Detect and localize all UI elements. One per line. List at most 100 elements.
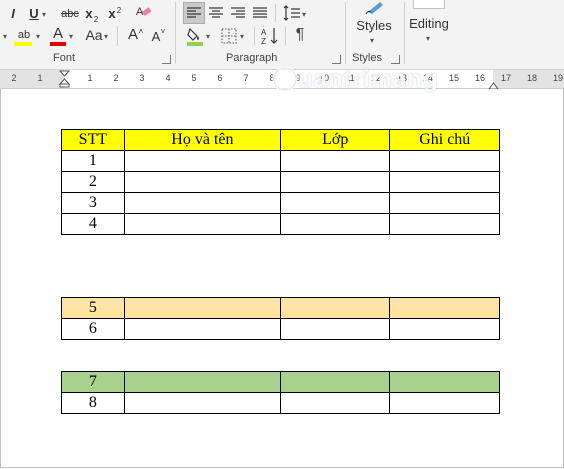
ribbon-divider (117, 26, 118, 46)
table-cell-stt[interactable]: 2 (61, 171, 125, 193)
paragraph-dialog-launcher[interactable] (332, 55, 341, 64)
styles-dialog-launcher[interactable] (391, 55, 400, 64)
chevron-down-icon[interactable]: ▾ (42, 10, 46, 19)
group-separator (345, 2, 346, 64)
table-cell-stt[interactable]: 8 (61, 392, 125, 414)
ruler-number: 4 (165, 73, 171, 83)
table-cell[interactable] (389, 171, 500, 193)
table-row: 8 (61, 392, 500, 414)
chevron-down-icon[interactable]: ▾ (302, 10, 306, 19)
table-row: 3 (61, 192, 500, 214)
group-separator (175, 2, 176, 64)
editing-button[interactable]: Editing (405, 16, 453, 32)
document-page[interactable]: STT Họ và tên Lớp Ghi chú 1 2 3 4 5 6 7 … (0, 89, 564, 468)
table-cell[interactable] (389, 318, 500, 340)
table-cell[interactable] (279, 371, 391, 393)
table-cell[interactable] (123, 371, 282, 393)
chevron-down-icon[interactable]: ▾ (3, 32, 7, 41)
table-cell-stt[interactable]: 6 (61, 318, 125, 340)
chevron-down-icon[interactable]: ▾ (36, 32, 40, 41)
table-cell[interactable] (123, 297, 282, 319)
table-cell[interactable] (389, 192, 500, 214)
table-cell-stt[interactable]: 5 (61, 297, 125, 319)
table-cell[interactable] (389, 392, 500, 414)
table-cell[interactable] (389, 213, 500, 235)
table-cell-stt[interactable]: 4 (61, 213, 125, 235)
table-cell[interactable] (389, 150, 500, 172)
styles-group-label: Styles (352, 52, 382, 64)
chevron-down-icon[interactable]: ▾ (206, 32, 210, 41)
highlight-color-bar (14, 42, 32, 46)
align-left-icon (187, 7, 201, 18)
table-row: 4 (61, 213, 500, 235)
table-cell[interactable] (389, 371, 500, 393)
highlight-color-button[interactable]: ab (14, 27, 34, 43)
editing-icon-box (413, 0, 445, 9)
paragraph-group-label: Paragraph (226, 52, 278, 64)
ruler-number: 19 (553, 73, 564, 83)
align-right-icon[interactable] (228, 3, 248, 28)
ruler-number: 18 (527, 73, 538, 83)
table-cell[interactable] (123, 192, 281, 214)
table-cell[interactable] (123, 392, 282, 414)
svg-text:Z: Z (261, 37, 266, 46)
table-cell[interactable] (279, 318, 391, 340)
ribbon-divider (275, 4, 276, 22)
chevron-down-icon[interactable]: ▾ (426, 34, 430, 43)
ruler-number: 6 (217, 73, 223, 83)
table-cell[interactable] (279, 150, 391, 172)
superscript-mark: 2 (116, 6, 122, 15)
styles-icon (364, 0, 386, 19)
table-cell[interactable] (123, 150, 281, 172)
table-cell[interactable] (123, 213, 281, 235)
italic-button[interactable]: I (6, 6, 20, 22)
clear-formatting-icon[interactable]: A (135, 3, 153, 21)
styles-button[interactable]: Styles (354, 18, 394, 34)
table-cell-stt[interactable]: 1 (61, 150, 125, 172)
underline-button[interactable]: U (27, 6, 41, 22)
chevron-down-icon[interactable]: ▾ (69, 32, 73, 41)
chevron-down-icon[interactable]: ▾ (370, 36, 374, 45)
borders-icon[interactable] (220, 27, 238, 50)
ruler-number: 2 (113, 73, 119, 83)
change-case-button[interactable]: Aa (84, 27, 104, 43)
strikethrough-button[interactable]: abc (60, 6, 80, 22)
table-cell[interactable] (123, 171, 281, 193)
table-cell[interactable] (389, 297, 500, 319)
align-left-button[interactable] (183, 2, 205, 24)
subscript-mark: 2 (93, 15, 99, 24)
grow-font-arrow: ˄ (138, 27, 144, 36)
watermark-logo-icon (270, 64, 300, 99)
header-note[interactable]: Ghi chú (389, 129, 500, 151)
chevron-down-icon[interactable]: ▾ (240, 32, 244, 41)
table-cell[interactable] (123, 318, 282, 340)
show-formatting-button[interactable]: ¶ (293, 27, 307, 43)
chevron-down-icon[interactable]: ▾ (104, 32, 108, 41)
ruler-number: 1 (37, 73, 43, 83)
table-row: 1 (61, 150, 500, 172)
ruler-number: 7 (243, 73, 249, 83)
header-name[interactable]: Họ và tên (123, 129, 281, 151)
table-header-row: STT Họ và tên Lớp Ghi chú (61, 129, 500, 151)
header-class[interactable]: Lớp (279, 129, 391, 151)
ruler-number: 17 (501, 73, 512, 83)
table-cell[interactable] (279, 171, 391, 193)
ribbon-divider (285, 27, 286, 45)
header-stt[interactable]: STT (61, 129, 125, 151)
shading-icon[interactable] (185, 25, 205, 52)
font-color-button[interactable]: A (50, 26, 66, 42)
font-group-label: Font (53, 52, 76, 64)
table-cell[interactable] (279, 192, 391, 214)
line-spacing-icon[interactable] (282, 3, 302, 28)
table-row-highlighted: 7 (61, 371, 500, 393)
font-dialog-launcher[interactable] (162, 55, 171, 64)
table-cell[interactable] (279, 213, 391, 235)
table-row-highlighted: 5 (61, 297, 500, 319)
align-center-icon[interactable] (206, 3, 226, 28)
table-row: 6 (61, 318, 500, 340)
table-cell[interactable] (279, 392, 391, 414)
table-cell-stt[interactable]: 7 (61, 371, 125, 393)
sort-icon[interactable]: AZ (260, 25, 280, 52)
table-cell[interactable] (279, 297, 391, 319)
table-cell-stt[interactable]: 3 (61, 192, 125, 214)
